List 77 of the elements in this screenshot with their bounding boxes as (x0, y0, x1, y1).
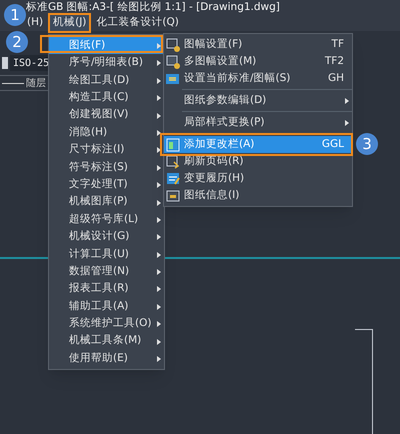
menu-item[interactable]: 机械设计(G) (49, 228, 164, 246)
menu-item[interactable]: 变更履历(H) (164, 170, 352, 187)
submenu-arrow-icon (157, 182, 161, 188)
menu-item[interactable]: 报表工具(R) (49, 280, 164, 298)
menu-item-label: 添加更改栏(A) (184, 136, 256, 152)
submenu-arrow-icon (157, 321, 161, 328)
menu-item[interactable]: 消隐(H) (49, 124, 164, 142)
menu-item-label: 图纸信息(I) (184, 188, 240, 203)
menu-item[interactable]: 图纸参数编辑(D) (164, 92, 352, 109)
window-title: 标准GB 图幅:A3-[ 绘图比例 1:1] - [Drawing1.dwg] (26, 0, 280, 15)
document-icon (166, 172, 180, 186)
menu-item[interactable]: (H) (24, 15, 46, 31)
step-badge: 2 (6, 31, 28, 53)
menu-item[interactable]: 机械工具条(M) (49, 332, 164, 350)
submenu-arrow-icon (157, 43, 161, 49)
table-icon (166, 138, 180, 152)
menu-item[interactable]: 构造工具(C) (49, 89, 164, 107)
menu-item[interactable]: 机械(J) (50, 15, 90, 31)
menu-item[interactable]: 符号标注(S) (49, 158, 164, 176)
menu-item[interactable]: 系统维护工具(O) (49, 315, 164, 333)
submenu-arrow-icon (157, 78, 161, 84)
menu-item[interactable]: 序号/明细表(B) (49, 54, 164, 72)
menu-item-label: 图幅设置(F) (184, 36, 244, 52)
menu-item[interactable]: 数据管理(N) (49, 263, 164, 280)
submenu-arrow-icon (157, 356, 161, 362)
menu-item-label: 多图幅设置(M) (184, 54, 258, 69)
menu-item-label: 变更履历(H) (184, 170, 246, 186)
step-badge: 3 (356, 133, 378, 155)
menu-item[interactable]: 创建视图(V) (49, 106, 164, 124)
menu-item[interactable]: 计算工具(U) (49, 246, 164, 264)
shortcut-text: TF2 (324, 54, 344, 69)
menu-item[interactable]: 设置当前标准/图幅(S) GH (164, 70, 352, 87)
submenu-arrow-icon (345, 120, 349, 126)
shortcut-text: GGL (322, 136, 344, 152)
menu-item[interactable]: 使用帮助(E) (49, 350, 164, 368)
submenu-arrow-icon (157, 112, 161, 119)
submenu-arrow-icon (157, 60, 161, 66)
panel-icon (166, 189, 180, 203)
menu-item[interactable]: 刷新页码(R) (164, 153, 352, 170)
submenu-arrow-icon (157, 234, 161, 240)
menu-item[interactable]: 机械图库(P) (49, 194, 164, 211)
lineweight-line (2, 82, 24, 84)
toolbar-icon[interactable] (2, 57, 8, 69)
menu-item[interactable]: 化工装备设计(Q) (93, 15, 182, 31)
submenu-arrow-icon (157, 286, 161, 292)
submenu-arrow-icon (157, 147, 161, 154)
frame-icon (166, 38, 180, 52)
menu-item-label: 图纸参数编辑(D) (184, 92, 268, 108)
menu-item-label: 设置当前标准/图幅(S) (184, 70, 292, 86)
window-icon (166, 72, 180, 86)
submenu-arrow-icon (157, 304, 161, 310)
submenu-arrow-icon (157, 164, 161, 171)
menu-item[interactable]: 绘图工具(D) (49, 72, 164, 90)
menu-item[interactable]: 多图幅设置(M) TF2 (164, 53, 352, 70)
menu-item[interactable]: 局部样式更换(P) (164, 114, 352, 131)
submenu-arrow-icon (157, 252, 161, 258)
menu-item-label: 刷新页码(R) (184, 154, 244, 169)
submenu-arrow-icon (157, 95, 161, 102)
menu-item[interactable]: 图纸信息(I) (164, 187, 352, 204)
menu-item[interactable]: 文字处理(T) (49, 176, 164, 194)
submenu-arrow-icon (157, 130, 161, 136)
menu-item[interactable]: 辅助工具(A) (49, 298, 164, 316)
shortcut-text: TF (332, 36, 344, 52)
submenu-arrow-icon (345, 98, 349, 104)
menu-item[interactable]: 尺寸标注(I) (49, 141, 164, 159)
submenu-arrow-icon (157, 200, 161, 206)
menu-item[interactable]: 超级符号库(L) (49, 210, 164, 228)
layer-field[interactable]: 随层 (26, 76, 46, 90)
menu-item[interactable]: 图幅设置(F) TF (164, 36, 352, 53)
shortcut-text: GH (328, 70, 344, 86)
submenu-arrow-icon (157, 338, 161, 345)
menu-item-label: 局部样式更换(P) (184, 114, 266, 130)
submenu-arrow-icon (157, 216, 161, 223)
dimension-style-field[interactable]: ISO-25 (10, 55, 50, 71)
frame-icon (166, 55, 180, 69)
refresh-icon (166, 155, 180, 169)
submenu-arrow-icon (157, 269, 161, 276)
